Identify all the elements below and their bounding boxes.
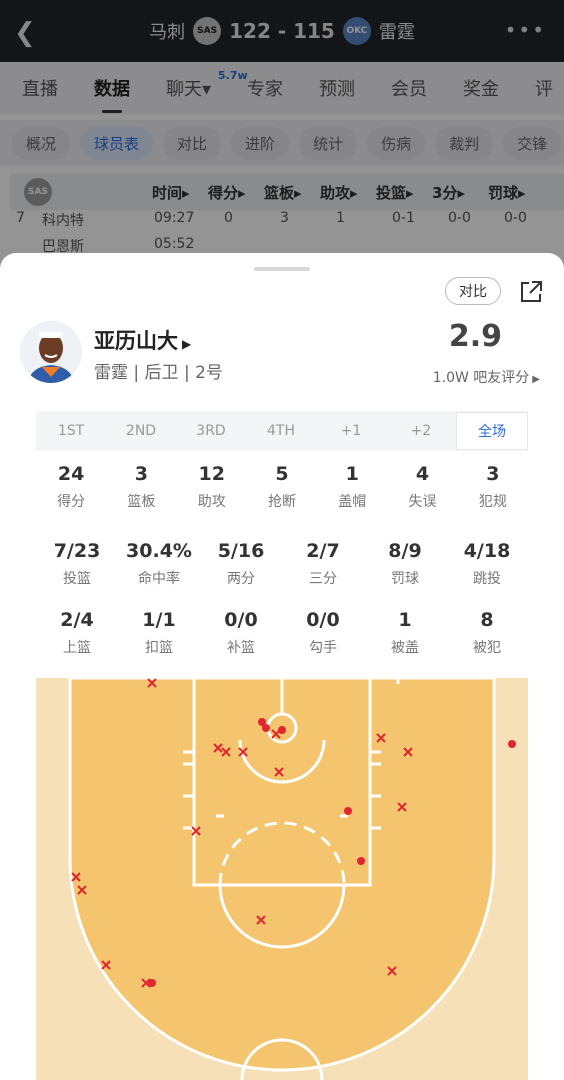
- stat-label: 罚球: [391, 571, 419, 587]
- rating-link[interactable]: 1.0W 吧友评分 ▶: [433, 367, 540, 387]
- stat-value: 2/7: [306, 540, 340, 562]
- stat-value: 1/1: [142, 609, 176, 631]
- stat-fouls: 3 犯规: [458, 463, 528, 511]
- stat-label: 三分: [309, 571, 337, 587]
- stat-label: 投篮: [63, 571, 91, 587]
- stat-label: 上篮: [63, 640, 91, 656]
- stat-value: 5: [275, 463, 289, 485]
- stat-ft: 8/9 罚球: [364, 540, 446, 588]
- stat-steals: 5 抢断: [247, 463, 317, 511]
- stat-2pt: 5/16 两分: [200, 540, 282, 588]
- stat-label: 篮板: [127, 494, 156, 510]
- stat-label: 跳投: [473, 571, 501, 587]
- stat-value: 24: [57, 463, 85, 485]
- stat-value: 30.4%: [126, 540, 192, 562]
- stat-turnovers: 4 失误: [387, 463, 457, 511]
- stat-label: 被盖: [391, 640, 419, 656]
- stat-jumpshot: 4/18 跳投: [446, 540, 528, 588]
- stat-value: 4/18: [463, 540, 511, 562]
- stat-value: 0/0: [306, 609, 340, 631]
- court-diagram: [68, 678, 516, 1080]
- stat-value: 12: [198, 463, 225, 485]
- stat-label: 两分: [227, 571, 255, 587]
- stat-value: 5/16: [217, 540, 265, 562]
- stat-points: 24 得分: [36, 463, 106, 511]
- stat-rebounds: 3 篮板: [106, 463, 176, 511]
- quarter-full-game[interactable]: 全场: [456, 412, 528, 450]
- stat-label: 犯规: [478, 494, 507, 510]
- stat-blocks: 1 盖帽: [317, 463, 387, 511]
- stat-label: 命中率: [138, 571, 180, 587]
- compare-button[interactable]: 对比: [445, 277, 501, 305]
- quarter-2nd[interactable]: 2ND: [106, 423, 176, 439]
- stat-3pt: 2/7 三分: [282, 540, 364, 588]
- player-name-link[interactable]: 亚历山大 ▶: [94, 325, 191, 355]
- stat-value: 7/23: [53, 540, 101, 562]
- stat-value: 3: [134, 463, 149, 485]
- stat-hook: 0/0 勾手: [282, 609, 364, 657]
- quarter-selector: 1ST 2ND 3RD 4TH +1 +2 全场: [36, 411, 528, 451]
- stat-tipin: 0/0 补篮: [200, 609, 282, 657]
- quarter-4th[interactable]: 4TH: [246, 423, 316, 439]
- stat-label: 失误: [408, 494, 437, 510]
- stat-label: 抢断: [267, 494, 296, 510]
- quarter-ot1[interactable]: +1: [316, 423, 386, 439]
- stat-label: 补篮: [227, 640, 255, 656]
- stat-value: 4: [415, 463, 430, 485]
- stat-fouled: 8 被犯: [446, 609, 528, 657]
- player-rating: 2.9: [448, 319, 502, 354]
- player-name: 亚历山大: [94, 329, 178, 353]
- stat-label: 勾手: [309, 640, 337, 656]
- stat-assists: 12 助攻: [177, 463, 247, 511]
- shot-chart: [36, 678, 528, 1080]
- three-point-area: [68, 678, 496, 1072]
- stat-value: 2/4: [60, 609, 94, 631]
- stat-value: 8/9: [388, 540, 422, 562]
- stats-row-shot-types: 2/4 上篮 1/1 扣篮 0/0 补篮 0/0 勾手 1 被盖 8 被犯: [36, 609, 528, 657]
- caret-right-icon: ▶: [532, 374, 540, 385]
- stat-label: 盖帽: [338, 494, 367, 510]
- share-icon[interactable]: [518, 279, 544, 305]
- stat-value: 1: [398, 609, 412, 631]
- stat-label: 助攻: [197, 494, 226, 510]
- stat-value: 8: [480, 609, 494, 631]
- player-avatar: [20, 321, 82, 383]
- player-info: 雷霆 | 后卫 | 2号: [94, 363, 223, 383]
- stat-fg: 7/23 投篮: [36, 540, 118, 588]
- stat-value: 0/0: [224, 609, 258, 631]
- caret-right-icon: ▶: [182, 337, 192, 351]
- stat-label: 扣篮: [145, 640, 173, 656]
- stat-fg-pct: 30.4% 命中率: [118, 540, 200, 588]
- stat-label: 被犯: [473, 640, 501, 656]
- stat-value: 1: [345, 463, 359, 485]
- quarter-1st[interactable]: 1ST: [36, 423, 106, 439]
- stats-row-basic: 24 得分 3 篮板 12 助攻 5 抢断 1 盖帽 4 失误 3 犯规: [36, 463, 528, 511]
- stats-row-shooting: 7/23 投篮 30.4% 命中率 5/16 两分 2/7 三分 8/9 罚球 4/18 跳…: [36, 540, 528, 588]
- rating-label: 1.0W 吧友评分: [432, 370, 530, 386]
- stat-layup: 2/4 上篮: [36, 609, 118, 657]
- stat-value: 3: [486, 463, 500, 485]
- quarter-ot2[interactable]: +2: [386, 423, 456, 439]
- quarter-3rd[interactable]: 3RD: [176, 423, 246, 439]
- stat-dunk: 1/1 扣篮: [118, 609, 200, 657]
- stat-blocked: 1 被盖: [364, 609, 446, 657]
- stat-label: 得分: [57, 494, 86, 510]
- drag-handle[interactable]: [254, 267, 310, 271]
